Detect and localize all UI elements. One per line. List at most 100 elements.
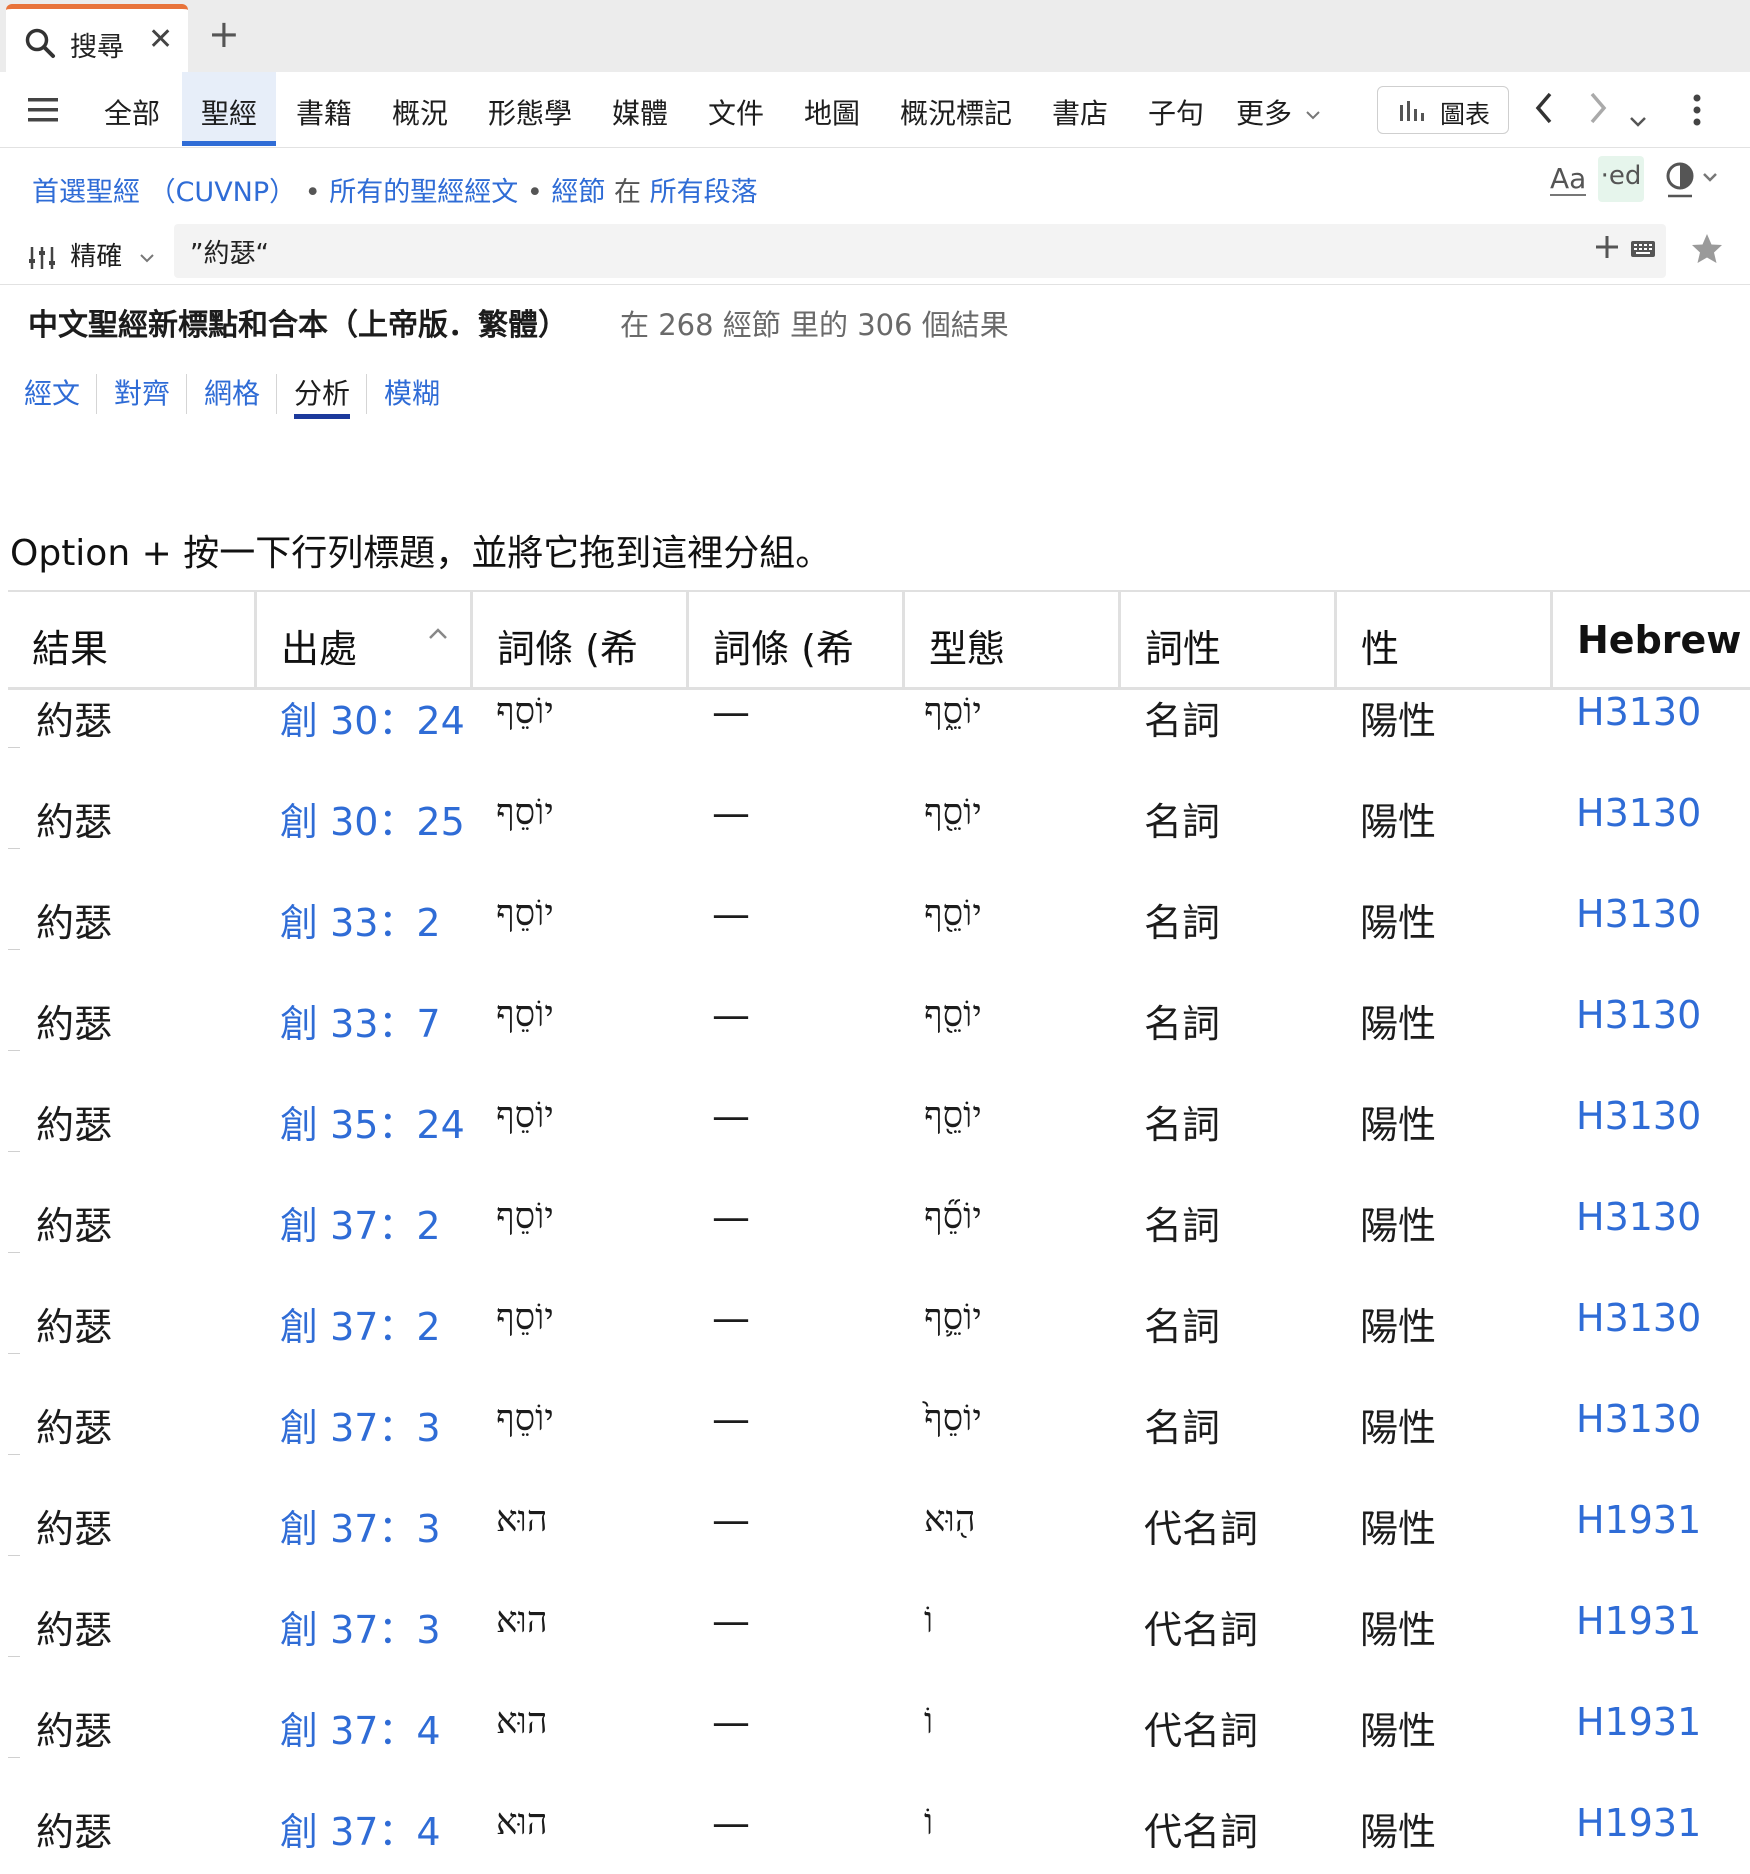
reference-link[interactable]: 創 33：7 xyxy=(280,993,441,1048)
gender-cell: 陽性 xyxy=(1360,1305,1437,1349)
column-header-part-of-speech[interactable]: 詞性 xyxy=(1118,592,1334,689)
column-header-form[interactable]: 型態 xyxy=(902,592,1118,689)
reference-link[interactable]: 創 33：2 xyxy=(280,892,441,947)
tab-strip: 搜尋 ✕ + xyxy=(0,0,1750,72)
column-header-result[interactable]: 結果 xyxy=(8,592,254,689)
table-row[interactable]: 約瑟 創 37：2 יוֹסֵף — יוֹסֵ֞ף 名詞 陽性 H3130 xyxy=(8,1195,1750,1296)
search-input[interactable] xyxy=(190,232,1490,270)
reference-link[interactable]: 創 30：25 xyxy=(280,791,465,846)
new-tab-button[interactable]: + xyxy=(208,14,240,54)
lemma-cell: יוֹסֵף xyxy=(496,1196,554,1237)
keyboard-icon[interactable] xyxy=(1630,240,1656,262)
strongs-link[interactable]: H3130 xyxy=(1576,892,1701,936)
forward-arrow-icon[interactable] xyxy=(1586,90,1610,135)
theme-icon[interactable] xyxy=(1664,160,1720,204)
form-cell: יוֹסֵ֛ף xyxy=(924,1297,982,1338)
reference-link[interactable]: 創 35：24 xyxy=(280,1094,465,1149)
table-row[interactable]: 約瑟 創 37：4 הוּא — וֹ 代名詞 陽性 H1931 xyxy=(8,1801,1750,1874)
search-mode-selector[interactable]: 精確 xyxy=(28,236,155,273)
strongs-link[interactable]: H3130 xyxy=(1576,1296,1701,1340)
strongs-link[interactable]: H3130 xyxy=(1576,690,1701,734)
table-row[interactable]: 約瑟 創 37：4 הוּא — וֹ 代名詞 陽性 H1931 xyxy=(8,1700,1750,1801)
bible-selector[interactable]: 首選聖經 （CUVNP） xyxy=(32,177,296,208)
range-selector[interactable]: 所有段落 xyxy=(650,177,758,208)
gender-cell: 陽性 xyxy=(1360,1002,1437,1046)
history-dropdown-icon[interactable] xyxy=(1628,98,1648,138)
reference-link[interactable]: 創 37：3 xyxy=(280,1397,441,1452)
chart-button[interactable]: 圖表 xyxy=(1377,86,1509,134)
table-row[interactable]: 約瑟 創 33：2 יוֹסֵף — יוֹסֵ֖ף 名詞 陽性 H3130 xyxy=(8,892,1750,993)
reference-link[interactable]: 創 37：2 xyxy=(280,1296,441,1351)
strongs-link[interactable]: H3130 xyxy=(1576,993,1701,1037)
nav-item-bible[interactable]: 聖經 xyxy=(182,72,276,146)
tab-text[interactable]: 經文 xyxy=(24,372,80,412)
result-cell: 約瑟 xyxy=(36,1103,113,1147)
strongs-link[interactable]: H3130 xyxy=(1576,791,1701,835)
result-cell: 約瑟 xyxy=(36,1002,113,1046)
strongs-link[interactable]: H1931 xyxy=(1576,1599,1701,1643)
gender-cell: 陽性 xyxy=(1360,1406,1437,1450)
font-size-button[interactable]: Aa xyxy=(1550,164,1587,196)
scope-selector[interactable]: 所有的聖經經文 xyxy=(329,177,518,208)
edit-button[interactable]: ·ed xyxy=(1598,156,1644,202)
nav-item-clauses[interactable]: 子句 xyxy=(1148,92,1204,132)
lemma-2-cell: — xyxy=(712,1397,750,1441)
row-edge-marker xyxy=(8,1555,20,1556)
result-cell: 約瑟 xyxy=(36,1406,113,1450)
tab-aligned[interactable]: 對齊 xyxy=(114,372,170,412)
nav-item-overview-tags[interactable]: 概況標記 xyxy=(900,92,1012,132)
strongs-link[interactable]: H1931 xyxy=(1576,1801,1701,1845)
table-row[interactable]: 約瑟 創 37：3 הוּא — ה֖וּא 代名詞 陽性 H1931 xyxy=(8,1498,1750,1599)
table-row[interactable]: 約瑟 創 35：24 יוֹסֵף — יוֹסֵ֖ף 名詞 陽性 H3130 xyxy=(8,1094,1750,1195)
nav-item-media[interactable]: 媒體 xyxy=(612,92,668,132)
table-row[interactable]: 約瑟 創 33：7 יוֹסֵף — יוֹסֵ֖ף 名詞 陽性 H3130 xyxy=(8,993,1750,1094)
reference-link[interactable]: 創 37：3 xyxy=(280,1599,441,1654)
strongs-link[interactable]: H1931 xyxy=(1576,1700,1701,1744)
nav-item-documents[interactable]: 文件 xyxy=(708,92,764,132)
tab-search[interactable]: 搜尋 ✕ xyxy=(6,4,188,72)
row-edge-marker xyxy=(8,1252,20,1253)
reference-link[interactable]: 創 37：4 xyxy=(280,1700,441,1755)
more-menu[interactable]: 更多 xyxy=(1236,92,1321,132)
strongs-link[interactable]: H1931 xyxy=(1576,1498,1701,1542)
menu-icon[interactable] xyxy=(28,96,58,128)
column-header-lemma-2[interactable]: 詞條 (希 xyxy=(686,592,902,689)
tab-grid[interactable]: 網格 xyxy=(204,372,260,412)
reference-link[interactable]: 創 37：4 xyxy=(280,1801,441,1856)
reference-link[interactable]: 創 30：24 xyxy=(280,690,465,745)
column-header-lemma[interactable]: 詞條 (希 xyxy=(470,592,686,689)
reference-link[interactable]: 創 37：3 xyxy=(280,1498,441,1553)
strongs-link[interactable]: H3130 xyxy=(1576,1397,1701,1441)
table-row[interactable]: 約瑟 創 37：3 הוּא — וֹ 代名詞 陽性 H1931 xyxy=(8,1599,1750,1700)
column-header-gender[interactable]: 性 xyxy=(1334,592,1550,689)
nav-item-store[interactable]: 書店 xyxy=(1052,92,1108,132)
column-header-reference[interactable]: 出處 xyxy=(254,592,470,689)
nav-item-maps[interactable]: 地圖 xyxy=(804,92,860,132)
sort-ascending-icon xyxy=(429,628,447,639)
tab-analysis[interactable]: 分析 xyxy=(294,372,351,419)
nav-item-books[interactable]: 書籍 xyxy=(296,92,352,132)
table-row[interactable]: 約瑟 創 37：3 יוֹסֵף — יוֹסֵף֙ 名詞 陽性 H3130 xyxy=(8,1397,1750,1498)
table-row[interactable]: 約瑟 創 30：24 יוֹסֵף — יוֹסֵ֑ף 名詞 陽性 H3130 xyxy=(8,690,1750,791)
favorite-star-icon[interactable] xyxy=(1690,232,1724,270)
add-term-icon[interactable] xyxy=(1594,234,1620,264)
nav-item-overview[interactable]: 概況 xyxy=(392,92,448,132)
column-header-label: 型態 xyxy=(929,627,1006,671)
strongs-link[interactable]: H3130 xyxy=(1576,1195,1701,1239)
table-row[interactable]: 約瑟 創 37：2 יוֹסֵף — יוֹסֵ֛ף 名詞 陽性 H3130 xyxy=(8,1296,1750,1397)
strongs-link[interactable]: H3130 xyxy=(1576,1094,1701,1138)
result-cell: 約瑟 xyxy=(36,800,113,844)
kebab-menu-icon[interactable] xyxy=(1692,94,1702,135)
lemma-cell: יוֹסֵף xyxy=(496,1095,554,1136)
result-cell: 約瑟 xyxy=(36,1507,113,1551)
separator-dot: • xyxy=(526,177,543,208)
back-arrow-icon[interactable] xyxy=(1532,90,1556,135)
tab-fuzzy[interactable]: 模糊 xyxy=(384,372,440,412)
table-row[interactable]: 約瑟 創 30：25 יוֹסֵף — יוֹסֵ֖ף 名詞 陽性 H3130 xyxy=(8,791,1750,892)
nav-item-all[interactable]: 全部 xyxy=(104,92,160,132)
unit-selector[interactable]: 經節 xyxy=(551,177,605,208)
column-header-hebrew[interactable]: Hebrew xyxy=(1550,592,1750,689)
close-icon[interactable]: ✕ xyxy=(148,22,173,57)
reference-link[interactable]: 創 37：2 xyxy=(280,1195,441,1250)
nav-item-morphology[interactable]: 形態學 xyxy=(488,92,572,132)
